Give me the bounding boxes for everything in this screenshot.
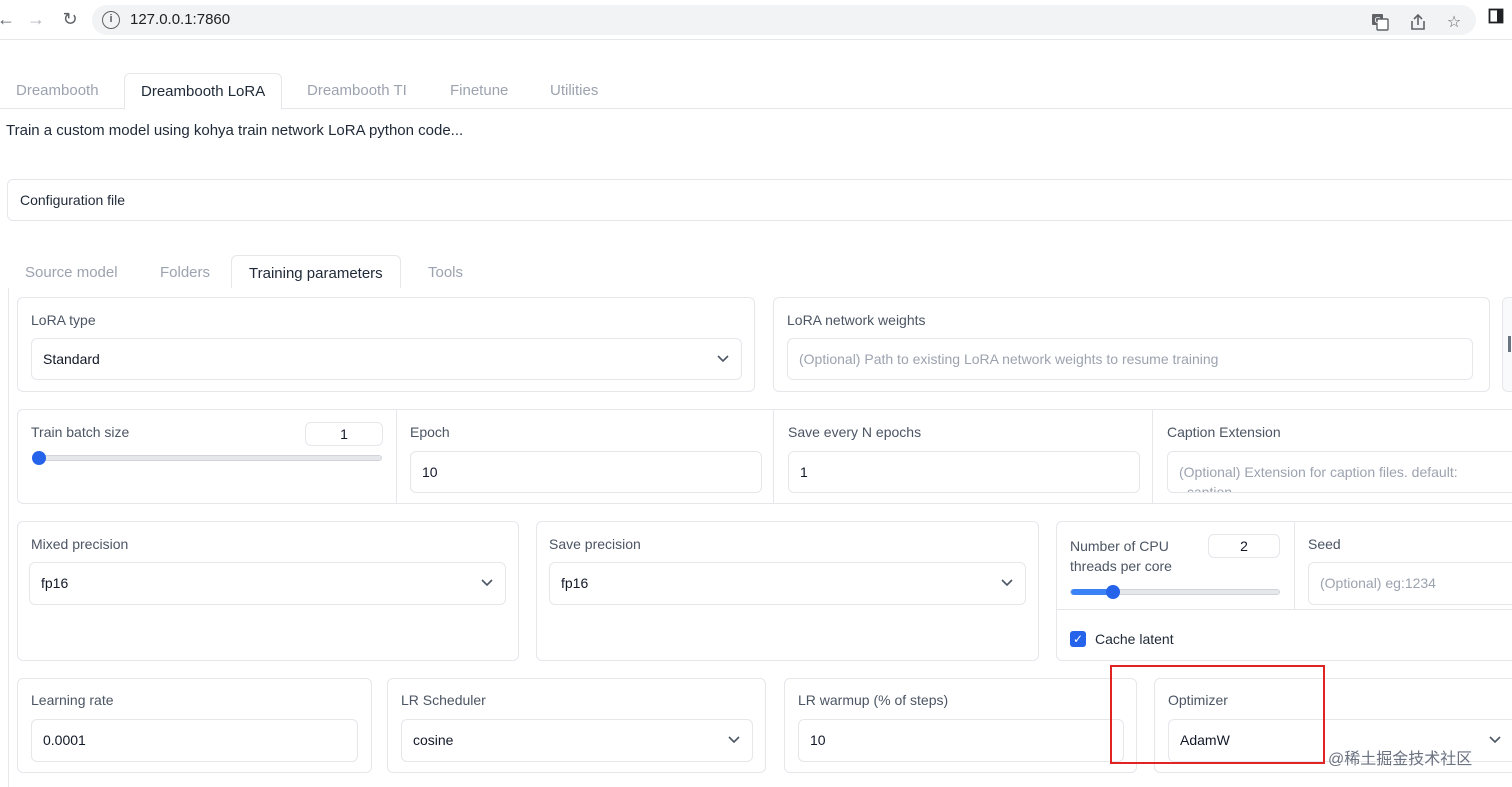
train-batch-size-card: Train batch size 1 <box>17 409 397 504</box>
caption-extension-placeholder-line1: (Optional) Extension for caption files. … <box>1179 464 1458 480</box>
bookmark-star-icon[interactable]: ☆ <box>1444 13 1464 33</box>
lr-scheduler-value: cosine <box>413 732 454 748</box>
tab-dreambooth[interactable]: Dreambooth <box>0 73 115 109</box>
tab-training-parameters[interactable]: Training parameters <box>231 255 401 290</box>
lora-network-weights-label: LoRA network weights <box>787 312 926 328</box>
save-precision-dropdown[interactable]: fp16 <box>549 562 1026 605</box>
lora-type-label: LoRA type <box>31 312 96 328</box>
lr-scheduler-label: LR Scheduler <box>401 692 486 708</box>
browser-toolbar: ← → ↻ i 127.0.0.1:7860 G ☆ <box>0 0 1512 40</box>
slider-thumb[interactable] <box>32 451 46 465</box>
lr-warmup-card: LR warmup (% of steps) 10 <box>784 678 1137 773</box>
caption-extension-card: Caption Extension (Optional) Extension f… <box>1152 409 1512 504</box>
epoch-value: 10 <box>422 464 438 480</box>
epoch-card: Epoch 10 <box>396 409 774 504</box>
configuration-file-label: Configuration file <box>20 192 126 208</box>
lora-network-weights-placeholder: (Optional) Path to existing LoRA network… <box>799 351 1219 367</box>
lr-warmup-value: 10 <box>810 732 826 748</box>
cache-latent-label: Cache latent <box>1095 631 1174 647</box>
slider-thumb[interactable] <box>1105 585 1120 599</box>
cpu-threads-number[interactable]: 2 <box>1208 534 1280 558</box>
page-description: Train a custom model using kohya train n… <box>6 122 464 139</box>
share-icon[interactable] <box>1408 13 1428 33</box>
cpu-threads-label-line2: threads per core <box>1070 558 1172 574</box>
tab-dreambooth-ti[interactable]: Dreambooth TI <box>291 73 423 109</box>
cpu-threads-slider[interactable] <box>1070 585 1280 599</box>
seed-placeholder: (Optional) eg:1234 <box>1320 575 1436 591</box>
lora-type-dropdown[interactable]: Standard <box>31 338 742 380</box>
caption-extension-input[interactable]: (Optional) Extension for caption files. … <box>1167 451 1512 493</box>
tab-source-model[interactable]: Source model <box>8 255 135 289</box>
url-text[interactable]: 127.0.0.1:7860 <box>130 11 230 28</box>
sub-tabs: Source model Folders Training parameters… <box>8 255 1512 290</box>
chevron-down-icon <box>728 720 740 761</box>
cache-latent-checkbox[interactable]: ✓ <box>1070 631 1086 647</box>
lora-network-weights-input[interactable]: (Optional) Path to existing LoRA network… <box>787 338 1473 380</box>
caption-extension-label: Caption Extension <box>1167 424 1281 440</box>
tab-finetune[interactable]: Finetune <box>434 73 524 109</box>
mixed-precision-value: fp16 <box>41 575 69 591</box>
tab-utilities[interactable]: Utilities <box>534 73 614 109</box>
chevron-down-icon <box>481 563 493 604</box>
lr-warmup-label: LR warmup (% of steps) <box>798 692 949 708</box>
chevron-down-icon <box>1489 720 1501 761</box>
save-precision-value: fp16 <box>561 575 589 591</box>
chevron-down-icon <box>717 339 729 379</box>
address-bar[interactable]: i 127.0.0.1:7860 G ☆ <box>92 5 1476 35</box>
info-icon[interactable]: i <box>102 11 120 29</box>
save-every-n-epochs-label: Save every N epochs <box>788 424 922 440</box>
back-icon[interactable]: ← <box>0 7 18 31</box>
configuration-file-accordion[interactable]: Configuration file <box>7 179 1512 221</box>
seed-group: Seed (Optional) eg:1234 <box>1295 522 1512 610</box>
mixed-precision-dropdown[interactable]: fp16 <box>29 562 506 605</box>
lr-warmup-input[interactable]: 10 <box>798 719 1124 762</box>
cpu-threads-label: Number of CPU threads per core <box>1070 536 1172 576</box>
annotation-highlight-box <box>1110 665 1325 764</box>
translate-icon[interactable]: G <box>1370 13 1390 33</box>
cpu-seed-cache-card: Number of CPU threads per core 2 Seed (O… <box>1056 521 1512 661</box>
save-every-n-epochs-value: 1 <box>800 464 808 480</box>
save-every-n-epochs-input[interactable]: 1 <box>788 451 1140 493</box>
epoch-input[interactable]: 10 <box>410 451 762 493</box>
lora-type-value: Standard <box>43 351 100 367</box>
caption-extension-placeholder-line2: .caption <box>1183 484 1233 493</box>
train-batch-size-label: Train batch size <box>31 424 130 440</box>
tab-tools[interactable]: Tools <box>411 255 480 289</box>
tab-dreambooth-lora[interactable]: Dreambooth LoRA <box>124 73 283 110</box>
learning-rate-value: 0.0001 <box>43 732 86 748</box>
reload-icon[interactable]: ↻ <box>58 7 82 31</box>
main-tabs: Dreambooth Dreambooth LoRA Dreambooth TI… <box>0 73 1512 110</box>
save-precision-card: Save precision fp16 <box>536 521 1039 661</box>
mixed-precision-card: Mixed precision fp16 <box>17 521 519 661</box>
seed-label: Seed <box>1308 536 1341 552</box>
learning-rate-label: Learning rate <box>31 692 114 708</box>
side-collapse-handle[interactable] <box>1502 297 1512 392</box>
tab-folders[interactable]: Folders <box>143 255 227 289</box>
watermark-text: @稀土掘金技术社区 <box>1328 751 1473 768</box>
svg-text:G: G <box>1375 16 1381 25</box>
lr-scheduler-dropdown[interactable]: cosine <box>401 719 753 762</box>
seed-input[interactable]: (Optional) eg:1234 <box>1308 562 1512 605</box>
save-every-n-epochs-card: Save every N epochs 1 <box>773 409 1153 504</box>
lora-type-card: LoRA type Standard <box>17 297 755 392</box>
train-batch-size-number[interactable]: 1 <box>305 422 383 446</box>
lr-scheduler-card: LR Scheduler cosine <box>387 678 766 773</box>
mixed-precision-label: Mixed precision <box>31 536 129 552</box>
side-panel-icon[interactable] <box>1486 8 1506 28</box>
forward-icon[interactable]: → <box>24 7 48 31</box>
handle-mark-icon <box>1508 336 1511 352</box>
epoch-label: Epoch <box>410 424 450 440</box>
train-batch-size-slider[interactable] <box>32 451 382 465</box>
cpu-threads-label-line1: Number of CPU <box>1070 538 1169 554</box>
learning-rate-card: Learning rate 0.0001 <box>17 678 372 773</box>
learning-rate-input[interactable]: 0.0001 <box>31 719 358 762</box>
chevron-down-icon <box>1001 563 1013 604</box>
lora-network-weights-card: LoRA network weights (Optional) Path to … <box>773 297 1490 392</box>
cpu-threads-group: Number of CPU threads per core 2 <box>1057 522 1295 610</box>
save-precision-label: Save precision <box>549 536 641 552</box>
